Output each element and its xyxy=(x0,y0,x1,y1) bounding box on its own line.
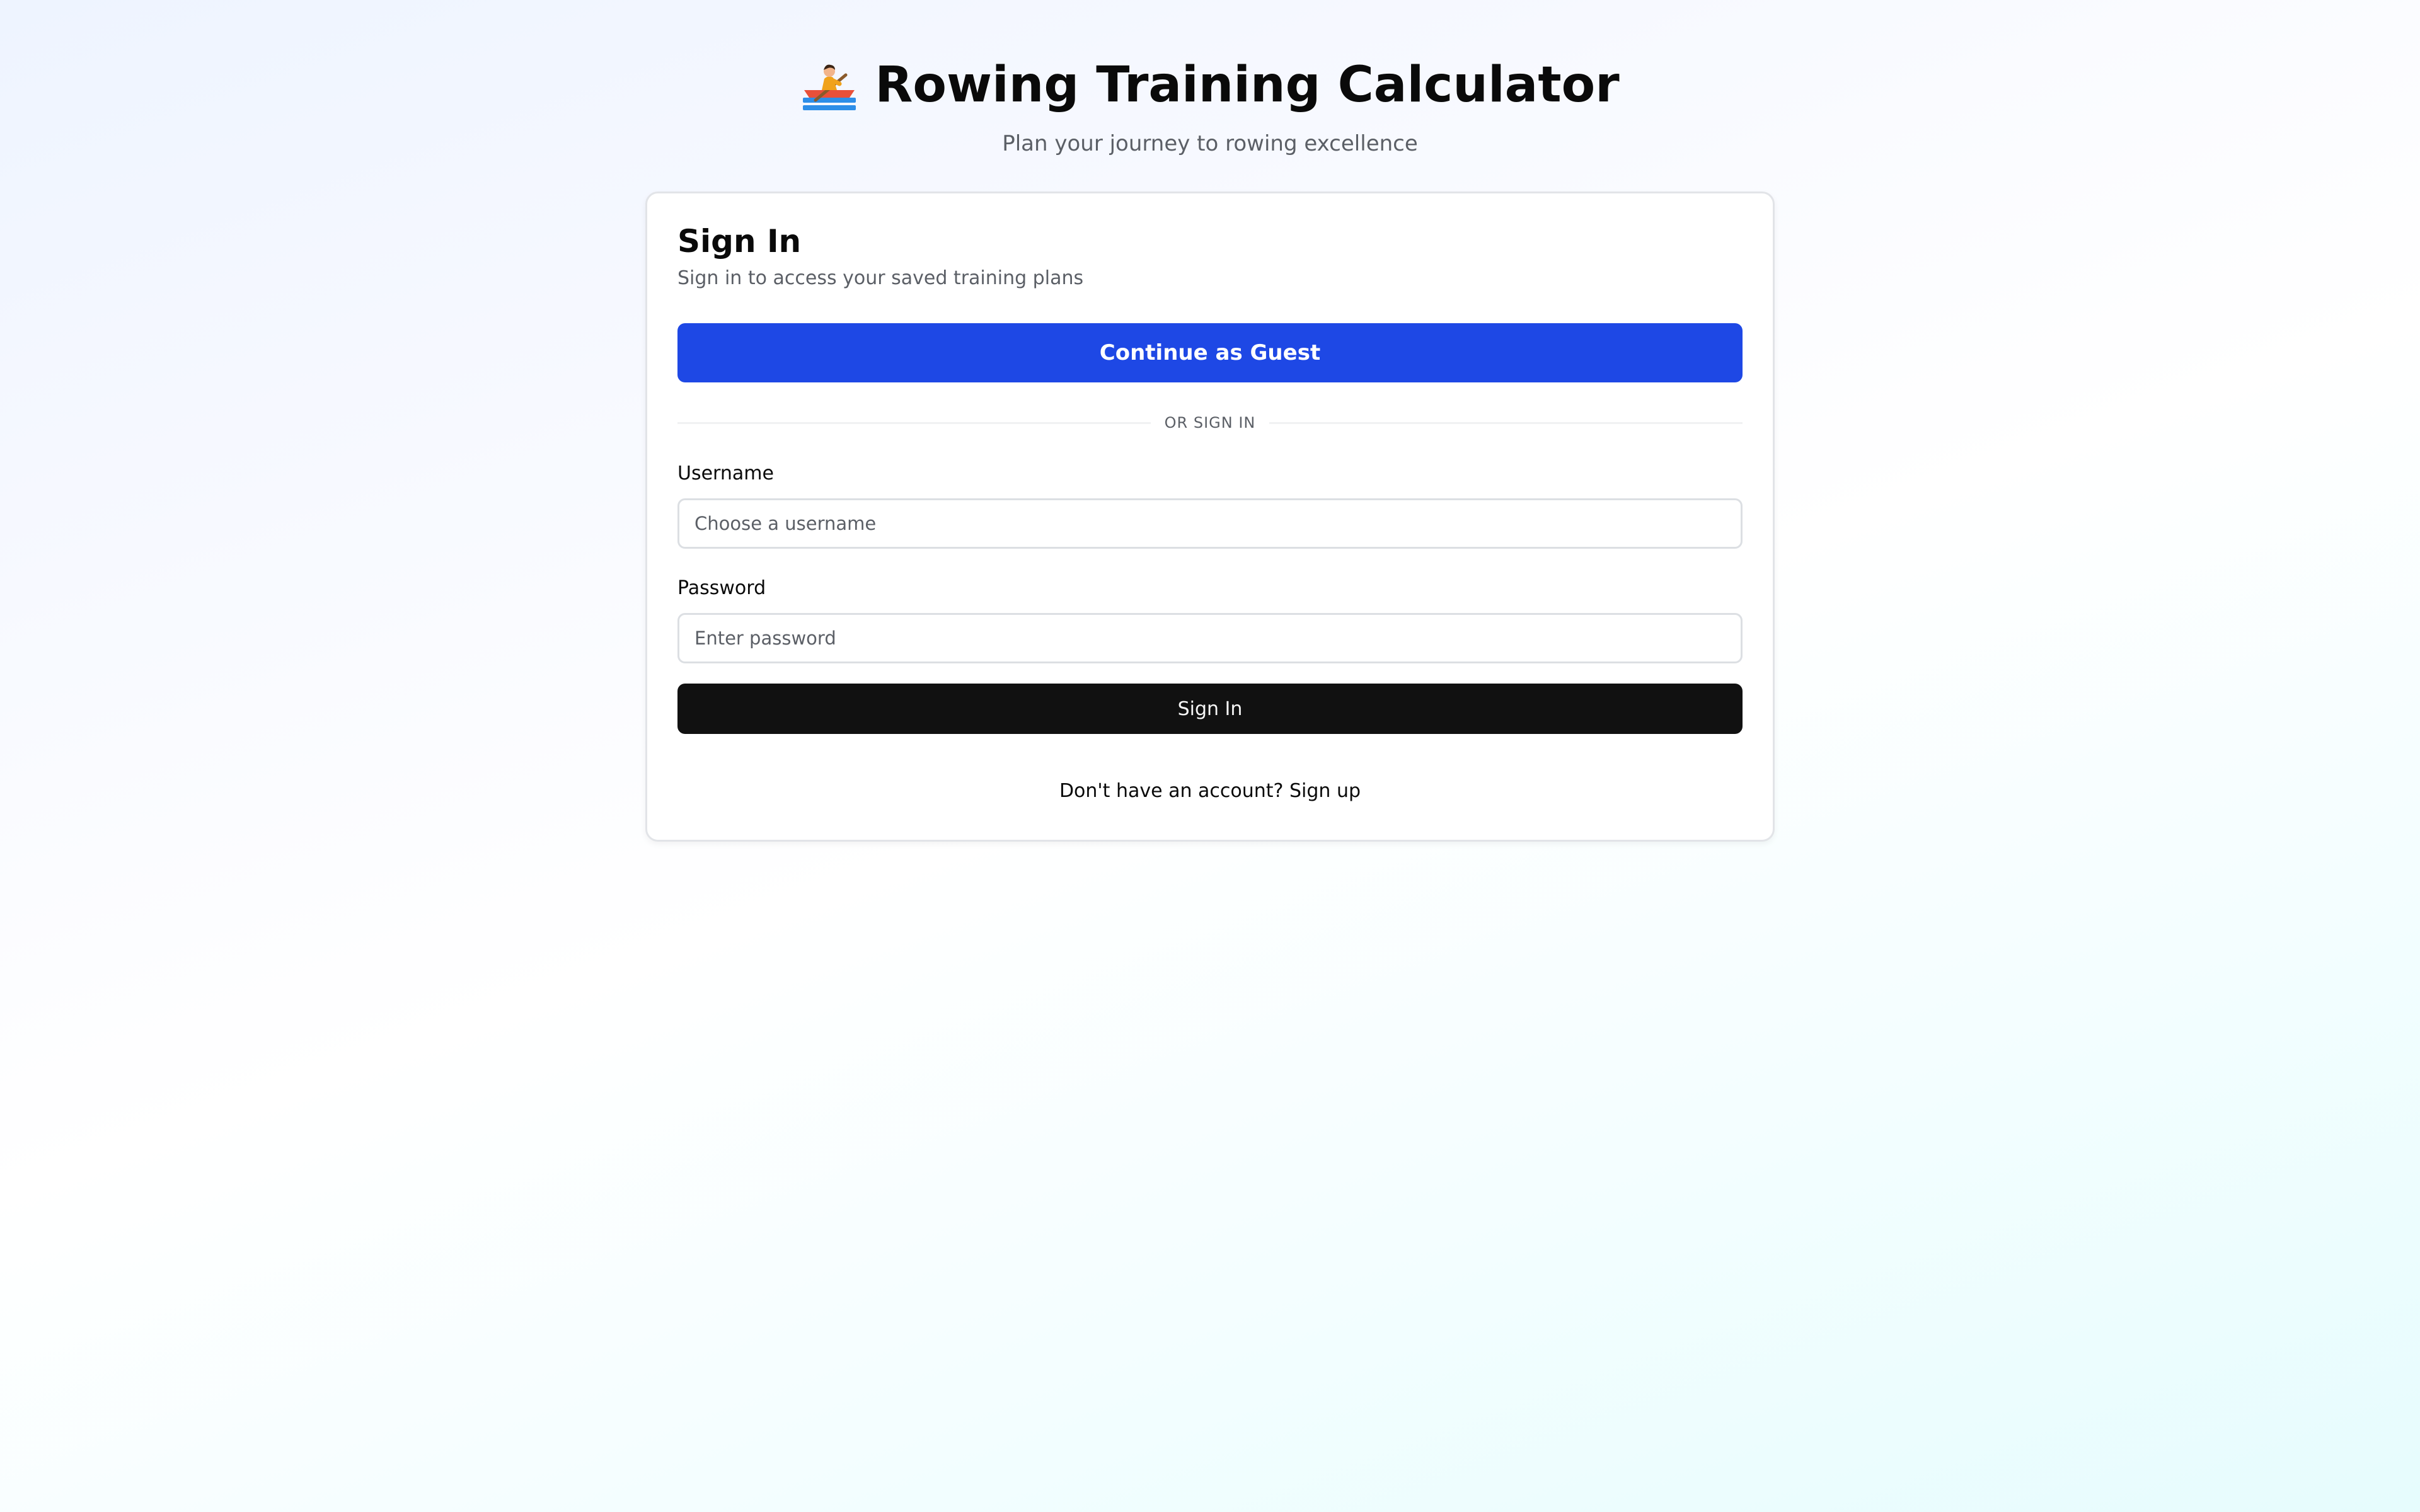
divider-line-left xyxy=(677,421,1151,424)
divider-line-right xyxy=(1269,421,1743,424)
sign-up-link[interactable]: Sign up xyxy=(1289,780,1361,802)
rowing-boat-icon xyxy=(800,56,858,114)
title-row: Rowing Training Calculator xyxy=(0,50,2420,120)
password-label: Password xyxy=(677,577,766,599)
signin-card-subtitle: Sign in to access your saved training pl… xyxy=(677,267,1084,289)
or-sign-in-divider: OR SIGN IN xyxy=(677,408,1743,438)
username-input[interactable] xyxy=(677,498,1743,549)
sign-in-button[interactable]: Sign In xyxy=(677,684,1743,734)
app-subtitle: Plan your journey to rowing excellence xyxy=(1002,131,1418,156)
divider-text: OR SIGN IN xyxy=(1164,414,1256,432)
password-input[interactable] xyxy=(677,613,1743,663)
username-label: Username xyxy=(677,462,774,484)
signin-card-content: Sign In Sign in to access your saved tra… xyxy=(677,219,1743,805)
signin-card-title: Sign In xyxy=(677,223,802,260)
app-title: Rowing Training Calculator xyxy=(875,57,1620,113)
signup-prompt-text: Don't have an account? xyxy=(1059,780,1290,802)
page-header: Rowing Training Calculator Plan your jou… xyxy=(0,50,2420,159)
signup-prompt-row: Don't have an account? Sign up xyxy=(677,778,1743,805)
continue-as-guest-button[interactable]: Continue as Guest xyxy=(677,323,1743,382)
signin-card: Sign In Sign in to access your saved tra… xyxy=(645,192,1775,842)
